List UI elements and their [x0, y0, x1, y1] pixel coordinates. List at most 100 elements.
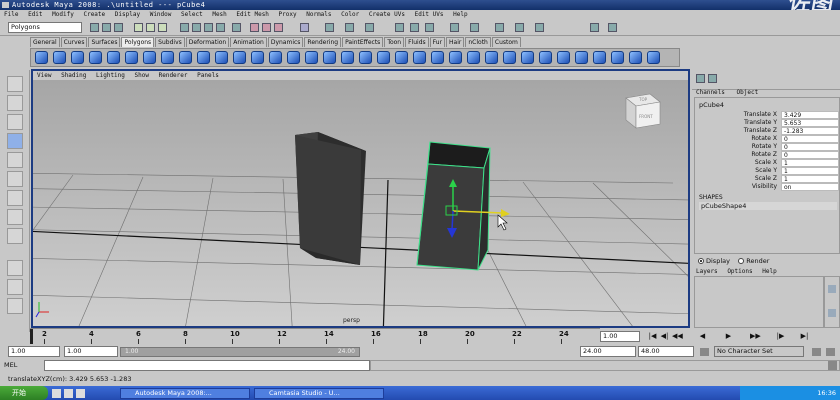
- ipr-render-icon[interactable]: [262, 23, 271, 32]
- pivot-icon[interactable]: [515, 23, 524, 32]
- play-backward-icon[interactable]: ◀: [698, 331, 707, 341]
- step-forward-icon[interactable]: |▶: [776, 331, 785, 341]
- attr-value[interactable]: 1: [781, 159, 839, 167]
- history-icon[interactable]: [232, 23, 241, 32]
- show-manipulator-icon[interactable]: [7, 228, 23, 244]
- quicklaunch-icon[interactable]: [52, 389, 61, 398]
- bridge-icon[interactable]: [395, 51, 408, 64]
- tab-fur[interactable]: Fur: [429, 37, 446, 47]
- taskbar-camtasia-button[interactable]: Camtasia Studio - U...: [254, 388, 384, 399]
- tab-animation[interactable]: Animation: [230, 37, 267, 47]
- paint-select-tool-icon[interactable]: [7, 114, 23, 130]
- separate-icon[interactable]: [251, 51, 264, 64]
- attr-rotate-x[interactable]: Rotate X 0: [695, 135, 839, 143]
- tab-subdivs[interactable]: Subdivs: [155, 37, 185, 47]
- render-radio[interactable]: Render: [738, 257, 769, 265]
- panel-menu-panels[interactable]: Panels: [197, 72, 219, 79]
- poly-sphere-icon[interactable]: [35, 51, 48, 64]
- attr-value[interactable]: 1: [781, 175, 839, 183]
- attr-rotate-z[interactable]: Rotate Z 0: [695, 151, 839, 159]
- delete-edge-icon[interactable]: [539, 51, 552, 64]
- redo-icon[interactable]: [470, 23, 479, 32]
- tab-ncloth[interactable]: nCloth: [465, 37, 491, 47]
- layout-four-icon[interactable]: [410, 23, 419, 32]
- layout-graph-icon[interactable]: [7, 298, 23, 314]
- object-name[interactable]: pCube4: [699, 101, 724, 109]
- attr-translate-z[interactable]: Translate Z -1.283: [695, 127, 839, 135]
- menu-set-dropdown[interactable]: Polygons: [8, 22, 82, 33]
- checker-icon[interactable]: [647, 51, 660, 64]
- shape-node-name[interactable]: pCubeShape4: [699, 202, 837, 210]
- layout-persp-outliner-icon[interactable]: [425, 23, 434, 32]
- menu-display[interactable]: Display: [115, 11, 140, 18]
- end-time-field[interactable]: 48.00: [638, 346, 694, 357]
- extrude-icon[interactable]: [377, 51, 390, 64]
- move-tool-icon[interactable]: [7, 133, 23, 149]
- tab-dynamics[interactable]: Dynamics: [267, 37, 304, 47]
- attr-translate-x[interactable]: Translate X 3.429: [695, 111, 839, 119]
- save-scene-icon[interactable]: [114, 23, 123, 32]
- character-set-dropdown[interactable]: No Character Set: [714, 346, 804, 357]
- universal-manipulator-icon[interactable]: [7, 190, 23, 206]
- script-editor-icon[interactable]: [828, 361, 837, 370]
- attr-scale-z[interactable]: Scale Z 1: [695, 175, 839, 183]
- layout-four-view-icon[interactable]: [7, 279, 23, 295]
- combine-icon[interactable]: [233, 51, 246, 64]
- poly-torus-icon[interactable]: [125, 51, 138, 64]
- channel-box-icon[interactable]: [696, 74, 705, 83]
- lasso-icon[interactable]: [495, 23, 504, 32]
- merge-vertices-icon[interactable]: [503, 51, 516, 64]
- tab-polygons[interactable]: Polygons: [121, 37, 155, 47]
- tab-hair[interactable]: Hair: [446, 37, 465, 47]
- step-back-key-icon[interactable]: ◀◀: [672, 331, 683, 341]
- quadrangulate-icon[interactable]: [593, 51, 606, 64]
- layer-editor-icon[interactable]: [708, 74, 717, 83]
- menu-window[interactable]: Window: [150, 11, 172, 18]
- new-layer-icon[interactable]: [828, 285, 836, 293]
- select-tool-icon[interactable]: [7, 76, 23, 92]
- uv-texture-editor-icon[interactable]: [629, 51, 642, 64]
- mirror-geometry-icon[interactable]: [359, 51, 372, 64]
- go-to-end-icon[interactable]: ▶|: [800, 331, 809, 341]
- tab-curves[interactable]: Curves: [60, 37, 88, 47]
- layer-list[interactable]: [694, 276, 824, 328]
- perspective-viewport[interactable]: TOP FRONT persp: [33, 80, 688, 326]
- poly-cube-icon[interactable]: [53, 51, 66, 64]
- attr-value[interactable]: 0: [781, 151, 839, 159]
- outliner-toggle-icon[interactable]: [608, 23, 617, 32]
- panel-menu-show[interactable]: Show: [135, 72, 149, 79]
- layers-menu[interactable]: Layers: [696, 268, 718, 275]
- menu-create-uvs[interactable]: Create UVs: [369, 11, 405, 18]
- view-cube[interactable]: TOP FRONT: [625, 93, 661, 129]
- menu-mesh[interactable]: Mesh: [212, 11, 226, 18]
- menu-modify[interactable]: Modify: [52, 11, 74, 18]
- render-settings-icon[interactable]: [274, 23, 283, 32]
- sidebar-toggle-icon[interactable]: [590, 23, 599, 32]
- auto-key-icon[interactable]: [812, 348, 821, 356]
- attr-scale-x[interactable]: Scale X 1: [695, 159, 839, 167]
- start-time-field[interactable]: 1.00: [8, 346, 60, 357]
- snap-curve-icon[interactable]: [192, 23, 201, 32]
- start-button[interactable]: 开始: [0, 386, 48, 400]
- attr-value[interactable]: 5.653: [781, 119, 839, 127]
- tab-custom[interactable]: Custom: [491, 37, 521, 47]
- range-slider-handle[interactable]: 1.00 24.00: [120, 347, 360, 357]
- offset-edge-loop-icon[interactable]: [467, 51, 480, 64]
- collapse-icon[interactable]: [521, 51, 534, 64]
- planar-mapping-icon[interactable]: [611, 51, 624, 64]
- rotate-tool-icon[interactable]: [7, 152, 23, 168]
- bevel-icon[interactable]: [485, 51, 498, 64]
- undo-icon[interactable]: [450, 23, 459, 32]
- poly-cone-icon[interactable]: [89, 51, 102, 64]
- menu-edit[interactable]: Edit: [28, 11, 42, 18]
- layout-persp-icon[interactable]: [7, 260, 23, 276]
- poly-pyramid-icon[interactable]: [143, 51, 156, 64]
- object-menu[interactable]: Object: [737, 89, 759, 96]
- taskbar-maya-button[interactable]: Autodesk Maya 2008:...: [120, 388, 250, 399]
- smooth-icon[interactable]: [269, 51, 282, 64]
- insert-edge-loop-icon[interactable]: [449, 51, 462, 64]
- select-component-icon[interactable]: [158, 23, 167, 32]
- tab-painteffects[interactable]: PaintEffects: [342, 37, 384, 47]
- menu-file[interactable]: File: [4, 11, 18, 18]
- current-frame-field[interactable]: 1.00: [600, 331, 640, 342]
